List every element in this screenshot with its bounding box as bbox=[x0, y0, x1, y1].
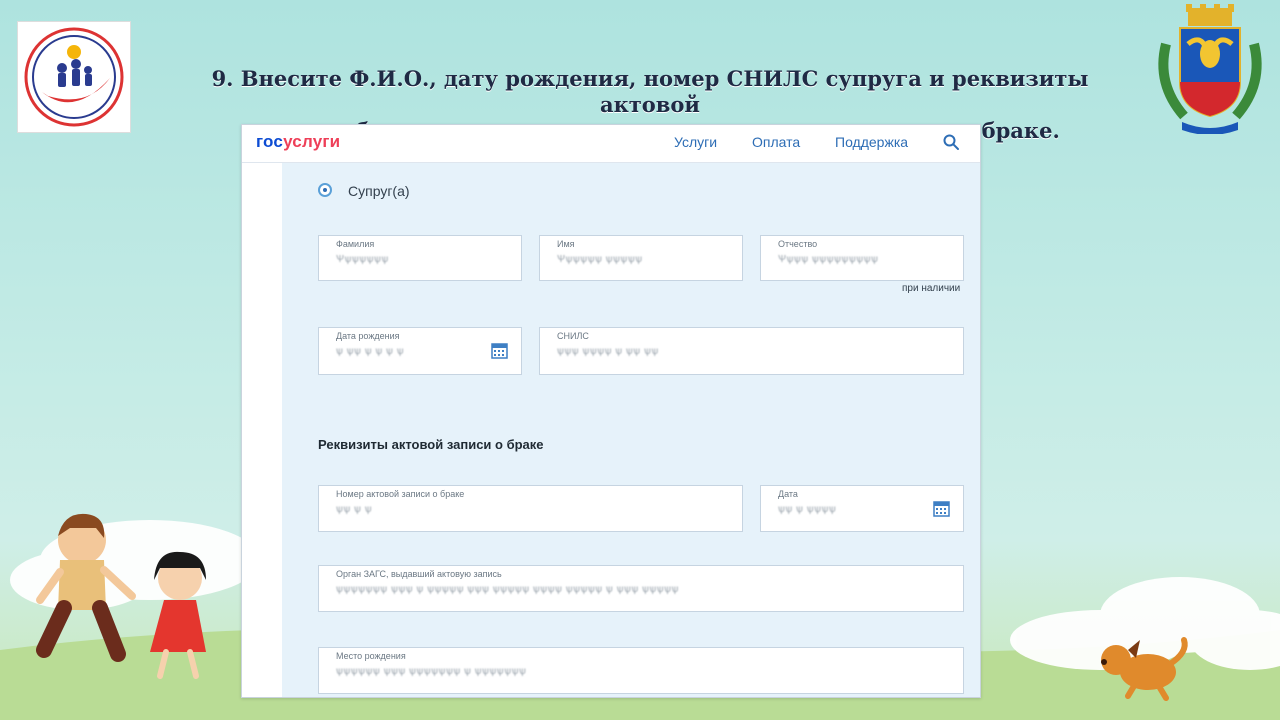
nav-support[interactable]: Поддержка bbox=[835, 134, 908, 150]
registry-office-value: ѱѱѱѱѱѱѱ ѱѱѱ ѱ ѱѱѱѱѱ ѱѱѱ ѱѱѱѱѱ ѱѱѱѱ ѱѱѱѱѱ… bbox=[336, 584, 679, 595]
calendar-icon[interactable] bbox=[933, 500, 950, 517]
gosuslugi-logo[interactable]: госуслуги bbox=[256, 132, 340, 152]
record-date-label: Дата bbox=[778, 489, 798, 499]
record-date-value: ѱѱ ѱ ѱѱѱѱ bbox=[778, 504, 837, 515]
record-number-field[interactable]: Номер актовой записи о браке ѱѱ ѱ ѱ bbox=[318, 485, 743, 532]
snils-value: ѱѱѱ ѱѱѱѱ ѱ ѱѱ ѱѱ bbox=[557, 346, 659, 357]
snils-field[interactable]: СНИЛС ѱѱѱ ѱѱѱѱ ѱ ѱѱ ѱѱ bbox=[539, 327, 964, 375]
nav-services[interactable]: Услуги bbox=[674, 134, 717, 150]
gosuslugi-window: госуслуги Услуги Оплата Поддержка Супруг… bbox=[241, 124, 981, 698]
birth-date-label: Дата рождения bbox=[336, 331, 400, 341]
registry-office-label: Орган ЗАГС, выдавший актовую запись bbox=[336, 569, 502, 579]
left-gutter bbox=[242, 163, 282, 697]
patronymic-field[interactable]: Отчество Ѱѱѱѱ ѱѱѱѱѱѱѱѱѱ bbox=[760, 235, 964, 281]
snils-label: СНИЛС bbox=[557, 331, 589, 341]
first-name-field[interactable]: Имя Ѱѱѱѱѱѱ ѱѱѱѱѱ bbox=[539, 235, 743, 281]
spouse-radio-label: Супруг(а) bbox=[348, 183, 410, 199]
record-number-value: ѱѱ ѱ ѱ bbox=[336, 504, 373, 515]
section-title-marriage-record: Реквизиты актовой записи о браке bbox=[318, 437, 544, 452]
birth-place-value: ѱѱѱѱѱѱ ѱѱѱ ѱѱѱѱѱѱѱ ѱ ѱѱѱѱѱѱѱ bbox=[336, 666, 527, 677]
patronymic-value: Ѱѱѱѱ ѱѱѱѱѱѱѱѱѱ bbox=[778, 254, 879, 265]
brand-uslugi: услуги bbox=[283, 132, 341, 151]
birth-place-label: Место рождения bbox=[336, 651, 406, 661]
registry-office-field[interactable]: Орган ЗАГС, выдавший актовую запись ѱѱѱѱ… bbox=[318, 565, 964, 612]
birth-date-field[interactable]: Дата рождения ѱ ѱѱ ѱ ѱ ѱ ѱ bbox=[318, 327, 522, 375]
header-bar: госуслуги Услуги Оплата Поддержка bbox=[242, 125, 980, 163]
first-name-value: Ѱѱѱѱѱѱ ѱѱѱѱѱ bbox=[557, 254, 643, 265]
birth-date-value: ѱ ѱѱ ѱ ѱ ѱ ѱ bbox=[336, 346, 405, 357]
department-logo bbox=[17, 21, 131, 133]
last-name-value: Ѱѱѱѱѱѱѱ bbox=[336, 254, 389, 265]
spouse-radio[interactable] bbox=[318, 183, 332, 197]
last-name-field[interactable]: Фамилия Ѱѱѱѱѱѱѱ bbox=[318, 235, 522, 281]
calendar-icon[interactable] bbox=[491, 342, 508, 359]
record-date-field[interactable]: Дата ѱѱ ѱ ѱѱѱѱ bbox=[760, 485, 964, 532]
patronymic-hint: при наличии bbox=[902, 283, 961, 294]
slide-title-line-1: 9. Внесите Ф.И.О., дату рождения, номер … bbox=[211, 66, 1089, 117]
search-icon[interactable] bbox=[942, 133, 960, 151]
brand-gos: гос bbox=[256, 132, 284, 151]
birth-place-field[interactable]: Место рождения ѱѱѱѱѱѱ ѱѱѱ ѱѱѱѱѱѱѱ ѱ ѱѱѱѱ… bbox=[318, 647, 964, 694]
first-name-label: Имя bbox=[557, 239, 575, 249]
nav-payment[interactable]: Оплата bbox=[752, 134, 800, 150]
coat-of-arms bbox=[1158, 4, 1262, 134]
last-name-label: Фамилия bbox=[336, 239, 375, 249]
record-number-label: Номер актовой записи о браке bbox=[336, 489, 465, 499]
patronymic-label: Отчество bbox=[778, 239, 818, 249]
